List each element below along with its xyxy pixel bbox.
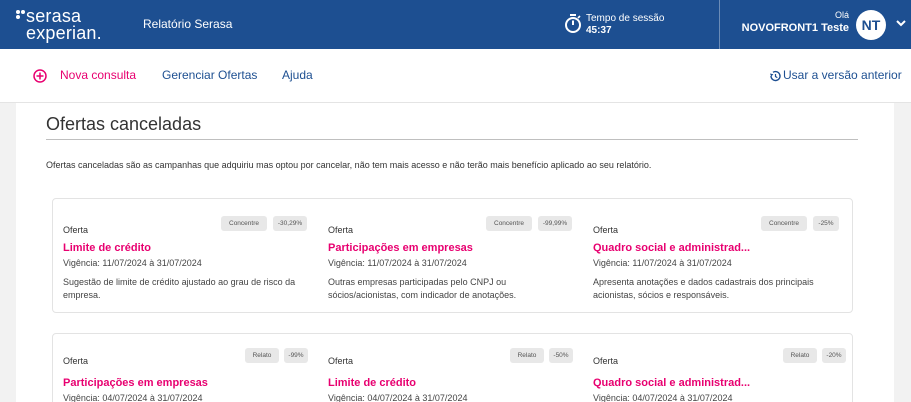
product-tag: Relato [245, 348, 279, 363]
product-tag: Concentre [221, 216, 267, 231]
offer-card[interactable]: Oferta Relato -20% Quadro social e admin… [583, 334, 847, 402]
offer-validity: Vigência: 04/07/2024 à 31/07/2024 [63, 393, 203, 402]
user-greeting: Olá [834, 10, 849, 20]
secondary-nav: Nova consulta Gerenciar Ofertas Ajuda Us… [0, 49, 911, 103]
previous-version-label: Usar a versão anterior [783, 68, 902, 82]
discount-badge: -25% [813, 216, 839, 231]
stopwatch-icon [565, 14, 581, 33]
offer-validity: Vigência: 11/07/2024 à 31/07/2024 [593, 258, 732, 268]
add-circle-icon[interactable] [33, 69, 47, 83]
new-query-link[interactable]: Nova consulta [60, 68, 136, 82]
app-title: Relatório Serasa [143, 17, 233, 31]
offer-label: Oferta [593, 225, 619, 235]
offer-card[interactable]: Oferta Concentre -25% Quadro social e ad… [583, 199, 847, 312]
help-link[interactable]: Ajuda [282, 68, 313, 82]
offer-card[interactable]: Oferta Relato -99% Participações em empr… [53, 334, 317, 402]
manage-offers-link[interactable]: Gerenciar Ofertas [162, 68, 257, 82]
offer-validity: Vigência: 11/07/2024 à 31/07/2024 [63, 258, 202, 268]
offer-label: Oferta [63, 356, 89, 366]
offer-card[interactable]: Oferta Concentre -99,99% Participações e… [318, 199, 582, 312]
offer-title[interactable]: Quadro social e administrad... [593, 242, 750, 254]
avatar[interactable]: NT [856, 10, 886, 40]
product-tag: Concentre [761, 216, 807, 231]
discount-badge: -30,29% [273, 216, 307, 231]
discount-badge: -99,99% [538, 216, 572, 231]
logo-line2: experian. [26, 23, 102, 43]
offer-validity: Vigência: 11/07/2024 à 31/07/2024 [328, 258, 467, 268]
top-bar: serasa experian. Relatório Serasa Tempo … [0, 0, 911, 49]
discount-badge: -20% [822, 348, 846, 363]
offer-title[interactable]: Quadro social e administrad... [593, 377, 750, 389]
previous-version-link[interactable]: Usar a versão anterior [768, 68, 903, 84]
offer-validity: Vigência: 04/07/2024 à 31/07/2024 [328, 393, 468, 402]
offer-title[interactable]: Limite de crédito [63, 242, 151, 254]
product-tag: Relato [783, 348, 817, 363]
offer-description: Outras empresas participadas pelo CNPJ o… [328, 277, 517, 300]
session-time: 45:37 [586, 25, 612, 36]
serasa-experian-logo[interactable]: serasa experian. [16, 6, 126, 44]
offer-label: Oferta [328, 356, 354, 366]
page-description: Ofertas canceladas são as campanhas que … [46, 160, 652, 170]
offer-title[interactable]: Participações em empresas [328, 242, 473, 254]
history-icon [770, 70, 781, 82]
discount-badge: -99% [284, 348, 308, 363]
offer-validity: Vigência: 04/07/2024 à 31/07/2024 [593, 393, 733, 402]
offer-label: Oferta [328, 225, 354, 235]
offer-card[interactable]: Oferta Relato -50% Limite de crédito Vig… [318, 334, 582, 402]
chevron-down-icon[interactable] [895, 17, 907, 29]
page-title: Ofertas canceladas [46, 114, 202, 134]
title-divider [46, 139, 858, 140]
offer-label: Oferta [63, 225, 89, 235]
offer-group: Oferta Relato -99% Participações em empr… [52, 333, 853, 402]
offer-description: Sugestão de limite de crédito ajustado a… [63, 277, 296, 300]
offer-label: Oferta [593, 356, 619, 366]
session-timer: Tempo de sessão 45:37 [564, 11, 694, 39]
cancelled-offers-panel: Ofertas canceladas Ofertas canceladas sã… [16, 103, 894, 402]
discount-badge: -50% [549, 348, 573, 363]
offer-title[interactable]: Limite de crédito [328, 377, 416, 389]
logo-dots-icon [16, 10, 26, 20]
offer-description: Apresenta anotações e dados cadastrais d… [593, 277, 814, 300]
product-tag: Concentre [486, 216, 532, 231]
offer-title[interactable]: Participações em empresas [63, 377, 208, 389]
user-name: NOVOFRONT1 Teste [741, 22, 849, 34]
session-label: Tempo de sessão [586, 13, 665, 24]
offer-card[interactable]: Oferta Concentre -30,29% Limite de crédi… [53, 199, 317, 312]
user-menu[interactable]: Olá NOVOFRONT1 Teste NT [720, 0, 911, 49]
product-tag: Relato [510, 348, 544, 363]
offer-group: Oferta Concentre -30,29% Limite de crédi… [52, 198, 853, 313]
